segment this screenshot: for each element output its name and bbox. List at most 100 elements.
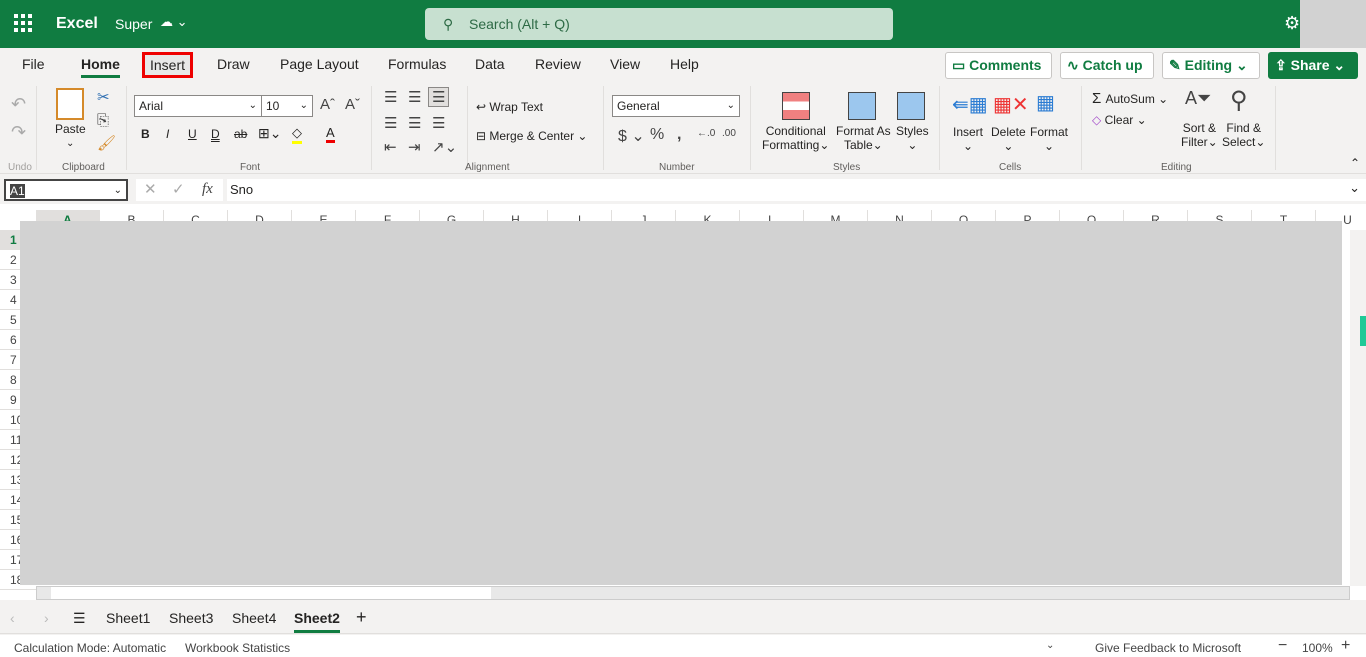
- copy-icon[interactable]: ⎘: [97, 112, 109, 129]
- vertical-scrollbar[interactable]: [1350, 230, 1366, 586]
- increase-decimal-icon[interactable]: ←.0: [697, 128, 715, 139]
- increase-indent-icon[interactable]: ⇥: [408, 138, 421, 156]
- catch-up-button[interactable]: ∿ Catch up: [1060, 52, 1154, 79]
- decrease-decimal-icon[interactable]: .00: [722, 128, 736, 139]
- wrap-text-button[interactable]: ↩ Wrap Text: [476, 100, 543, 114]
- workbook-statistics[interactable]: Workbook Statistics: [185, 641, 290, 655]
- align-bottom-icon[interactable]: ☰: [428, 87, 450, 107]
- merge-center-button[interactable]: ⊟ Merge & Center ⌄: [476, 129, 587, 143]
- cancel-icon[interactable]: ✕: [144, 180, 157, 198]
- sort-filter-button[interactable]: Sort & Filter⌄: [1181, 121, 1218, 149]
- format-painter-icon[interactable]: 🖌: [97, 134, 116, 152]
- align-left-icon[interactable]: ☰: [384, 114, 397, 132]
- format-cells-button[interactable]: Format ⌄: [1030, 125, 1068, 153]
- sheet-tab[interactable]: Sheet1: [106, 610, 150, 626]
- tab-review[interactable]: Review: [535, 56, 581, 72]
- add-sheet-icon[interactable]: +: [356, 607, 367, 628]
- orientation-icon[interactable]: ↗⌄: [432, 138, 457, 156]
- font-name-dropdown[interactable]: Arial ⌄: [134, 95, 262, 117]
- currency-icon[interactable]: $ ⌄: [618, 126, 645, 146]
- number-format-dropdown[interactable]: General ⌄: [612, 95, 740, 117]
- share-label: Share: [1290, 57, 1330, 73]
- styles-button[interactable]: Styles ⌄: [896, 124, 929, 152]
- tab-formulas[interactable]: Formulas: [388, 56, 446, 72]
- clear-button[interactable]: ◇ Clear ⌄: [1092, 113, 1147, 127]
- italic-icon[interactable]: I: [166, 127, 169, 141]
- ribbon-tabs: File Home Insert Draw Page Layout Formul…: [0, 48, 940, 80]
- paste-icon[interactable]: [56, 88, 84, 120]
- underline-icon[interactable]: U: [188, 127, 197, 141]
- zoom-level[interactable]: 100%: [1302, 641, 1333, 655]
- tab-file[interactable]: File: [22, 56, 45, 72]
- pulse-icon: ∿: [1067, 57, 1083, 73]
- align-middle-icon[interactable]: ☰: [408, 88, 421, 106]
- next-sheet-icon[interactable]: ›: [44, 610, 49, 626]
- group-label-font: Font: [240, 162, 261, 173]
- enter-icon[interactable]: ✓: [172, 180, 185, 198]
- group-label-alignment: Alignment: [465, 162, 510, 173]
- zoom-out-icon[interactable]: −: [1278, 637, 1287, 655]
- tab-insert[interactable]: Insert: [142, 52, 194, 78]
- redo-icon[interactable]: ↷: [11, 122, 26, 143]
- scroll-thumb[interactable]: [51, 587, 491, 599]
- sheet-tab[interactable]: Sheet3: [169, 610, 213, 626]
- feedback-link[interactable]: Give Feedback to Microsoft: [1095, 641, 1241, 655]
- tab-page-layout[interactable]: Page Layout: [280, 56, 359, 72]
- undo-icon[interactable]: ↶: [11, 94, 26, 115]
- increase-font-icon[interactable]: Aˆ: [320, 96, 335, 113]
- settings-icon[interactable]: ⚙: [1284, 13, 1300, 34]
- horizontal-scrollbar[interactable]: [36, 586, 1350, 600]
- bold-icon[interactable]: B: [141, 127, 150, 141]
- file-name[interactable]: Super: [115, 16, 152, 32]
- align-right-icon[interactable]: ☰: [432, 114, 445, 132]
- tab-view[interactable]: View: [610, 56, 640, 72]
- editing-mode-button[interactable]: ✎ Editing ⌄: [1162, 52, 1260, 79]
- sheet-tab-active[interactable]: Sheet2: [294, 610, 340, 633]
- zoom-in-icon[interactable]: +: [1341, 637, 1350, 655]
- conditional-formatting-button[interactable]: Conditional Formatting⌄: [762, 124, 829, 152]
- comma-style-icon[interactable]: ,: [677, 126, 681, 144]
- tab-data[interactable]: Data: [475, 56, 505, 72]
- tab-draw[interactable]: Draw: [217, 56, 250, 72]
- find-select-button[interactable]: Find & Select⌄: [1222, 121, 1265, 149]
- paste-button[interactable]: Paste: [55, 122, 86, 136]
- chevron-down-icon[interactable]: ⌄: [66, 138, 74, 149]
- delete-cells-button[interactable]: Delete ⌄: [991, 125, 1026, 153]
- font-color-icon[interactable]: A: [326, 125, 335, 143]
- sheet-tab[interactable]: Sheet4: [232, 610, 276, 626]
- collapse-ribbon-icon[interactable]: ⌃: [1350, 156, 1360, 170]
- comments-button[interactable]: ▭ Comments: [945, 52, 1052, 79]
- percent-icon[interactable]: %: [650, 126, 664, 144]
- find-icon: ⚲: [1230, 87, 1248, 114]
- fill-color-icon[interactable]: ◇: [292, 125, 302, 144]
- autosum-button[interactable]: Σ AutoSum ⌄: [1092, 90, 1168, 107]
- search-input[interactable]: ⚲ Search (Alt + Q): [425, 8, 893, 40]
- align-center-icon[interactable]: ☰: [408, 114, 421, 132]
- format-cells-icon: ▦: [1036, 92, 1055, 114]
- insert-function-icon[interactable]: fx: [202, 181, 213, 198]
- cut-icon[interactable]: ✂: [97, 88, 110, 106]
- decrease-indent-icon[interactable]: ⇤: [384, 138, 397, 156]
- share-button[interactable]: ⇪ Share ⌄: [1268, 52, 1358, 79]
- double-underline-icon[interactable]: D: [211, 127, 220, 141]
- font-size-dropdown[interactable]: 10 ⌄: [261, 95, 313, 117]
- expand-formula-icon[interactable]: ⌄: [1349, 180, 1360, 196]
- name-box[interactable]: A1 ⌄: [4, 179, 128, 201]
- tab-help[interactable]: Help: [670, 56, 699, 72]
- borders-icon[interactable]: ⊞⌄: [258, 125, 281, 142]
- strikethrough-icon[interactable]: ab: [234, 127, 247, 141]
- all-sheets-icon[interactable]: ☰: [73, 610, 86, 627]
- tab-home[interactable]: Home: [81, 56, 120, 78]
- align-top-icon[interactable]: ☰: [384, 88, 397, 106]
- app-launcher-icon[interactable]: [14, 14, 32, 32]
- scroll-thumb[interactable]: [1360, 316, 1366, 346]
- account-area[interactable]: [1300, 0, 1366, 48]
- decrease-font-icon[interactable]: Aˇ: [345, 96, 360, 113]
- formula-input[interactable]: Sno ⌄: [227, 179, 1366, 201]
- pencil-icon: ✎: [1169, 57, 1185, 73]
- insert-cells-button[interactable]: Insert ⌄: [953, 125, 983, 153]
- prev-sheet-icon[interactable]: ‹: [10, 610, 15, 626]
- chevron-down-icon[interactable]: ⌄: [1046, 640, 1054, 651]
- calc-mode[interactable]: Calculation Mode: Automatic: [14, 641, 166, 655]
- format-as-table-button[interactable]: Format As Table⌄: [836, 124, 891, 152]
